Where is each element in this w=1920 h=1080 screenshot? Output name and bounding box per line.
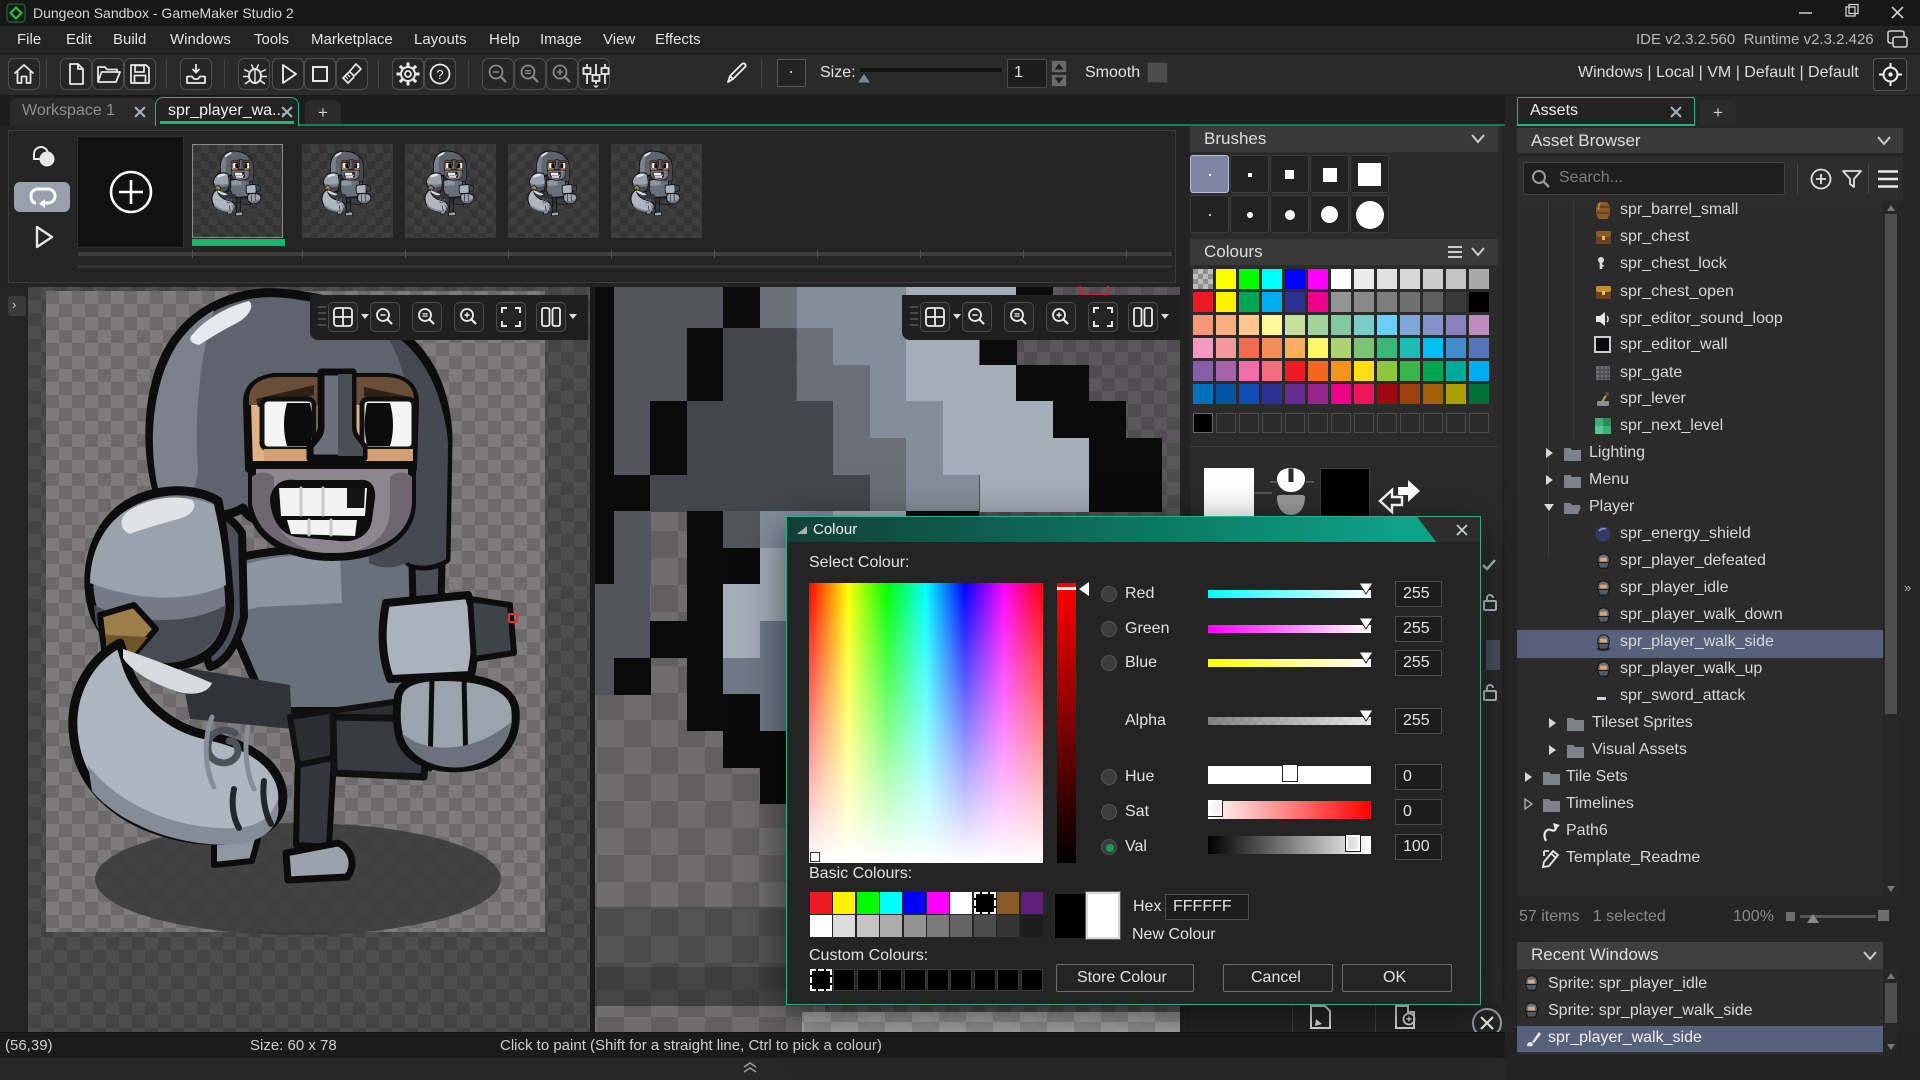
svg-text:?: ? bbox=[436, 67, 443, 82]
